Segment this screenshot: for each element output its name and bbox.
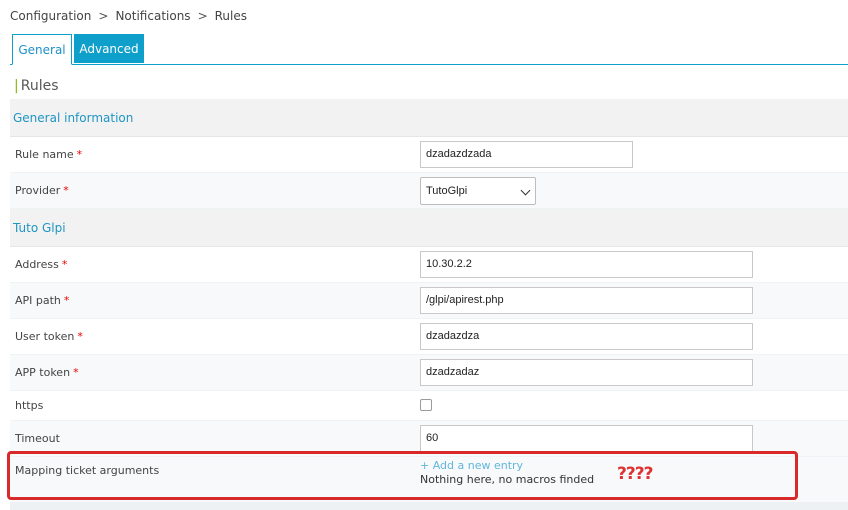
breadcrumb: Configuration > Notifications > Rules	[10, 9, 247, 23]
title-accent-bar: |	[14, 78, 19, 94]
timeout-label: Timeout	[15, 432, 60, 445]
tab-bar: General Advanced	[10, 34, 848, 65]
form-row-app-token: APP token * dzadzadaz	[10, 355, 848, 391]
required-marker: *	[77, 330, 83, 343]
form-row-address: Address * 10.30.2.2	[10, 247, 848, 283]
address-label: Address *	[15, 247, 67, 283]
provider-label-text: Provider	[15, 184, 61, 197]
required-marker: *	[73, 366, 79, 379]
https-label: https	[15, 399, 44, 412]
address-label-text: Address	[15, 258, 59, 271]
breadcrumb-separator: >	[98, 9, 109, 23]
form-row-api-path: API path * /glpi/apirest.php	[10, 283, 848, 319]
form-row-https: https	[10, 391, 848, 421]
rule-name-label: Rule name *	[15, 137, 82, 173]
provider-select[interactable]: TutoGlpi	[420, 177, 536, 205]
https-checkbox[interactable]	[420, 399, 432, 411]
page-title: | Rules	[14, 78, 59, 94]
app-token-label-text: APP token	[15, 366, 71, 379]
rule-name-label-text: Rule name	[15, 148, 74, 161]
page-title-text: Rules	[20, 78, 59, 94]
timeout-input[interactable]: 60	[420, 425, 753, 452]
user-token-label-text: User token	[15, 330, 75, 343]
required-marker: *	[76, 148, 83, 161]
breadcrumb-item-rules[interactable]: Rules	[215, 9, 247, 23]
add-entry-link[interactable]: + Add a new entry	[420, 459, 523, 472]
address-input[interactable]: 10.30.2.2	[420, 251, 753, 278]
required-marker: *	[61, 258, 68, 271]
api-path-label: API path *	[15, 283, 69, 319]
breadcrumb-item-configuration[interactable]: Configuration	[10, 9, 91, 23]
app-token-label: APP token *	[15, 355, 79, 391]
form-row-user-token: User token * dzadazdza	[10, 319, 848, 355]
section-tuto-glpi: Tuto Glpi	[10, 209, 848, 247]
rule-form: General information Rule name * dzadazdza…	[10, 99, 848, 510]
rule-name-input[interactable]: dzadazdzada	[420, 141, 633, 168]
provider-select-value: TutoGlpi	[426, 185, 468, 197]
required-marker: *	[63, 294, 70, 307]
form-row-rule-name: Rule name * dzadazdzada	[10, 137, 848, 173]
breadcrumb-separator: >	[197, 9, 208, 23]
user-token-input[interactable]: dzadazdza	[420, 323, 753, 350]
form-row-timeout: Timeout 60	[10, 421, 848, 457]
app-token-input[interactable]: dzadzadaz	[420, 359, 753, 386]
mapping-empty-message: Nothing here, no macros finded	[420, 473, 595, 486]
required-marker: *	[63, 184, 69, 197]
form-row-provider: Provider * TutoGlpi	[10, 173, 848, 209]
mapping-label: Mapping ticket arguments	[15, 464, 160, 477]
question-marks-annotation: ????	[617, 464, 653, 484]
provider-label: Provider *	[15, 173, 69, 209]
form-row-mapping-ticket-arguments: Mapping ticket arguments + Add a new ent…	[10, 457, 848, 502]
api-path-label-text: API path	[15, 294, 61, 307]
breadcrumb-item-notifications[interactable]: Notifications	[115, 9, 190, 23]
user-token-label: User token *	[15, 319, 83, 355]
api-path-input[interactable]: /glpi/apirest.php	[420, 287, 753, 314]
chevron-down-icon	[520, 185, 531, 196]
section-general-information: General information	[10, 99, 848, 137]
tab-advanced[interactable]: Advanced	[74, 34, 144, 63]
form-bottom-divider	[10, 502, 848, 510]
tab-general[interactable]: General	[12, 34, 72, 65]
